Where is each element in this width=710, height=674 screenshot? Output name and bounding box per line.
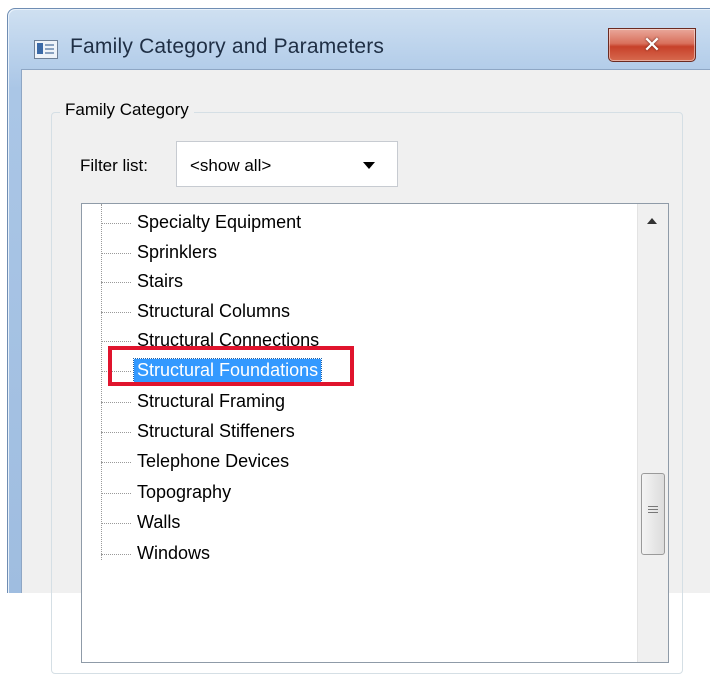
filter-list-dropdown[interactable]: <show all> [176, 141, 398, 187]
tree-item[interactable]: Windows [101, 539, 501, 569]
tree-branch-line [101, 493, 131, 494]
family-dialog-icon [34, 40, 58, 59]
window-title: Family Category and Parameters [70, 35, 385, 58]
close-button[interactable]: ✕ [608, 28, 696, 62]
tree-item[interactable]: Sprinklers [101, 238, 501, 268]
tree-item-label: Stairs [137, 271, 184, 291]
tree-item[interactable]: Structural Columns [101, 297, 501, 327]
dialog-window: Family Category and Parameters ✕ Family … [7, 8, 710, 674]
tree-item-label: Structural Columns [137, 301, 291, 321]
close-icon: ✕ [642, 32, 662, 57]
filter-list-label: Filter list: [80, 156, 148, 175]
category-tree-list[interactable]: Specialty Equipment Sprinklers Stairs St… [81, 203, 669, 663]
dialog-content: Family Category Filter list: <show all> … [21, 69, 710, 674]
tree-item[interactable]: Structural Framing [101, 387, 501, 417]
tree-branch-line [101, 402, 131, 403]
tree-item[interactable]: Structural Stiffeners [101, 417, 501, 447]
scroll-thumb[interactable] [641, 473, 665, 555]
family-category-label: Family Category [60, 100, 194, 120]
tree-branch-line [101, 253, 131, 254]
tree-item-label: Specialty Equipment [137, 212, 302, 232]
tree-branch-line [101, 432, 131, 433]
tree-item-label: Structural Foundations [132, 358, 323, 383]
scroll-up-arrow-icon[interactable] [638, 204, 668, 234]
chevron-down-icon[interactable] [363, 162, 375, 169]
tree-branch-line [101, 312, 131, 313]
tree-item-label: Telephone Devices [137, 451, 290, 471]
tree-branch-line [101, 462, 131, 463]
tree-item-label: Structural Framing [137, 391, 286, 411]
vertical-scrollbar[interactable] [637, 204, 668, 662]
tree-item-selected[interactable]: Structural Foundations [101, 356, 501, 386]
tree-item-label: Windows [137, 543, 211, 563]
tree-item-label: Topography [137, 482, 232, 502]
tree-item[interactable]: Telephone Devices [101, 447, 501, 477]
tree-item[interactable]: Structural Connections [101, 326, 501, 356]
tree-branch-line [101, 371, 131, 372]
scroll-thumb-grip-icon [648, 506, 658, 507]
tree-branch-line [101, 282, 131, 283]
tree-item-label: Structural Connections [137, 330, 320, 350]
tree-branch-line [101, 523, 131, 524]
tree-item[interactable]: Topography [101, 478, 501, 508]
title-bar[interactable]: Family Category and Parameters ✕ [8, 9, 710, 77]
tree-item-label: Walls [137, 512, 181, 532]
tree-item-label: Structural Stiffeners [137, 421, 295, 441]
tree-item-label: Sprinklers [137, 242, 218, 262]
tree-item[interactable]: Walls [101, 508, 501, 538]
tree-branch-line [101, 341, 131, 342]
tree-item[interactable]: Specialty Equipment [101, 208, 501, 238]
tree-item[interactable]: Stairs [101, 267, 501, 297]
filter-list-value: <show all> [190, 156, 272, 175]
tree-branch-line [101, 554, 131, 555]
tree-branch-line [101, 223, 131, 224]
